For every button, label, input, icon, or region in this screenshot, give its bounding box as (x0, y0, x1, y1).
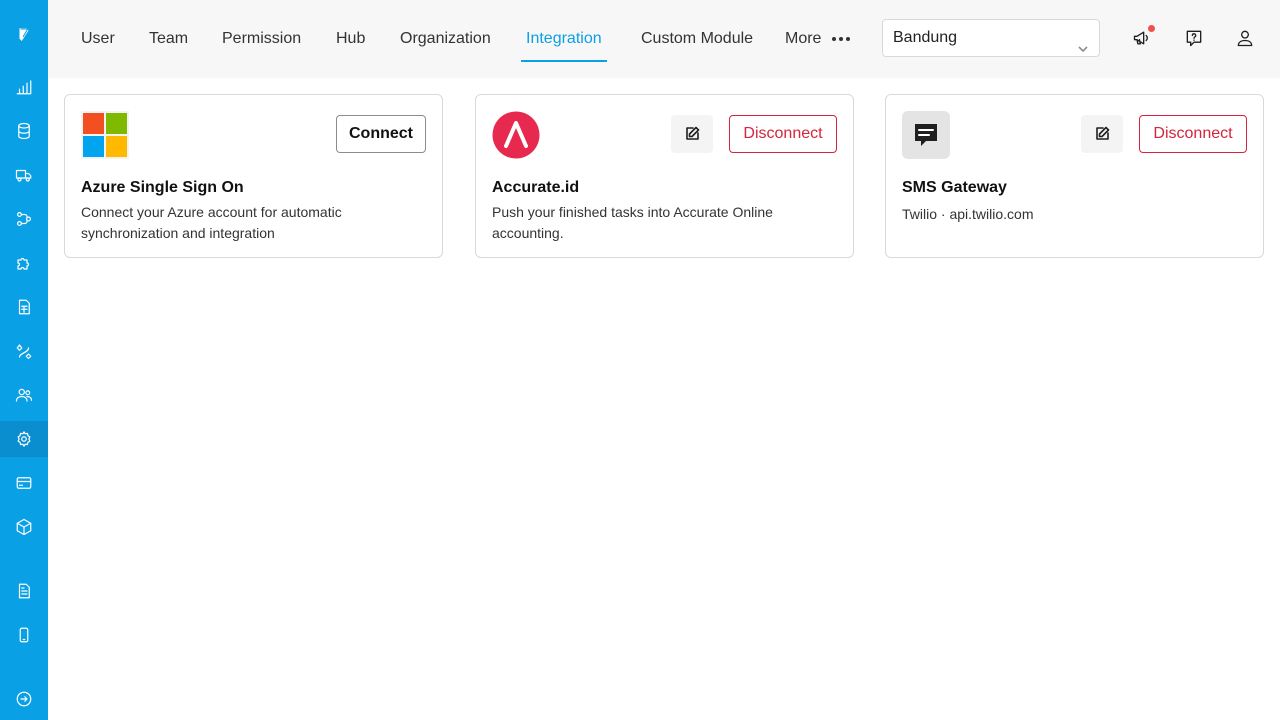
user-icon[interactable] (1233, 26, 1257, 50)
integration-description: Push your finished tasks into Accurate O… (492, 204, 773, 241)
expand-icon[interactable] (0, 681, 48, 717)
logo-icon[interactable] (0, 17, 48, 53)
tab-team[interactable]: Team (149, 22, 188, 62)
integration-title: Azure Single Sign On (81, 179, 244, 196)
top-navigation-bar: User Team Permission Hub Organization In… (48, 0, 1280, 78)
accurate-logo (492, 111, 540, 159)
database-icon[interactable] (0, 113, 48, 149)
tab-hub[interactable]: Hub (336, 22, 365, 62)
sidebar (0, 0, 48, 720)
microsoft-logo (81, 111, 129, 159)
analytics-icon[interactable] (0, 69, 48, 105)
mobile-icon[interactable] (0, 617, 48, 653)
integration-card-azure: Connect Azure Single Sign On Connect you… (64, 94, 443, 258)
edit-button[interactable] (671, 115, 713, 153)
tab-permission[interactable]: Permission (222, 22, 301, 62)
gear-icon[interactable] (0, 421, 48, 457)
location-select-value: Bandung (893, 29, 958, 46)
connect-button[interactable]: Connect (336, 115, 426, 153)
truck-icon[interactable] (0, 157, 48, 193)
document-icon[interactable] (0, 573, 48, 609)
tab-more[interactable]: More (785, 22, 853, 62)
notification-dot (1148, 25, 1155, 32)
chevron-down-icon (1077, 33, 1089, 53)
credit-card-icon[interactable] (0, 465, 48, 501)
puzzle-icon[interactable] (0, 245, 48, 281)
more-dots-icon (831, 20, 853, 54)
disconnect-button[interactable]: Disconnect (729, 115, 837, 153)
tab-more-label: More (785, 30, 822, 47)
integration-title: SMS Gateway (902, 179, 1007, 196)
integration-title: Accurate.id (492, 179, 580, 196)
integration-card-accurate: Disconnect Accurate.id Push your finishe… (475, 94, 854, 258)
disconnect-button[interactable]: Disconnect (1139, 115, 1247, 153)
integration-description: Connect your Azure account for automatic… (81, 204, 342, 241)
edit-icon (686, 126, 700, 140)
edit-icon (1096, 126, 1110, 140)
tab-integration[interactable]: Integration (521, 22, 607, 62)
spreadsheet-icon[interactable] (0, 289, 48, 325)
location-select[interactable]: Bandung (882, 19, 1100, 57)
integration-subtitle: Twilio · api.twilio.com (902, 206, 1034, 222)
tab-user[interactable]: User (81, 22, 115, 62)
routes-icon[interactable] (0, 333, 48, 369)
tab-organization[interactable]: Organization (400, 22, 491, 62)
integration-card-sms-gateway: Disconnect SMS Gateway Twilio · api.twil… (885, 94, 1264, 258)
help-icon[interactable] (1182, 26, 1206, 50)
workflow-icon[interactable] (0, 201, 48, 237)
sms-icon (902, 111, 950, 159)
megaphone-icon[interactable] (1130, 25, 1155, 50)
users-icon[interactable] (0, 377, 48, 413)
tab-custom-module[interactable]: Custom Module (641, 22, 753, 62)
edit-button[interactable] (1081, 115, 1123, 153)
package-icon[interactable] (0, 509, 48, 545)
